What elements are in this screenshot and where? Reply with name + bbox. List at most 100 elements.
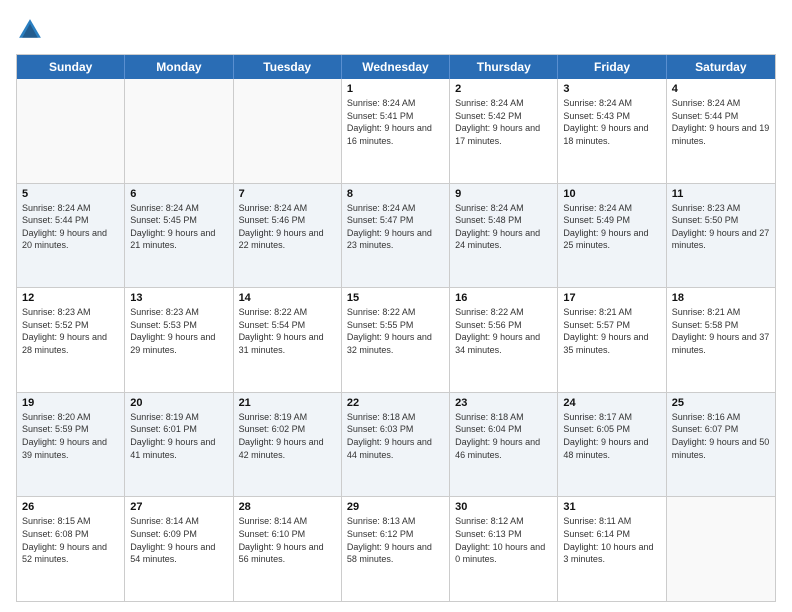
calendar-week-5: 26 Sunrise: 8:15 AM Sunset: 6:08 PM Dayli… (17, 497, 775, 601)
calendar-day-28: 28Sunrise: 8:14 AM Sunset: 6:10 PM Dayli… (234, 497, 342, 601)
calendar-day-empty (125, 79, 233, 183)
day-number: 9 (455, 188, 552, 200)
day-info: Sunrise: 8:21 AM Sunset: 5:58 PM Dayligh… (672, 306, 770, 356)
calendar-day-10: 10 Sunrise: 8:24 AM Sunset: 5:49 PM Dayli… (558, 184, 666, 288)
calendar-day-9: 9 Sunrise: 8:24 AM Sunset: 5:48 PM Daylig… (450, 184, 558, 288)
day-number: 17 (563, 292, 660, 304)
day-info: Sunrise: 8:14 AM Sunset: 6:09 PM Dayligh… (130, 515, 227, 565)
weekday-header-tuesday: Tuesday (234, 55, 342, 79)
calendar-day-29: 29 Sunrise: 8:13 AM Sunset: 6:12 PM Dayli… (342, 497, 450, 601)
calendar-day-14: 14 Sunrise: 8:22 AM Sunset: 5:54 PM Dayli… (234, 288, 342, 392)
day-number: 29 (347, 501, 444, 513)
day-number: 16 (455, 292, 552, 304)
calendar-day-12: 12Sunrise: 8:23 AM Sunset: 5:52 PM Dayli… (17, 288, 125, 392)
calendar-day-31: 31 Sunrise: 8:11 AM Sunset: 6:14 PM Dayli… (558, 497, 666, 601)
day-info: Sunrise: 8:14 AM Sunset: 6:10 PM Dayligh… (239, 515, 336, 565)
logo-icon (16, 16, 44, 44)
calendar: SundayMondayTuesdayWednesdayThursdayFrid… (16, 54, 776, 602)
day-number: 1 (347, 83, 444, 95)
calendar-day-empty (667, 497, 775, 601)
day-info: Sunrise: 8:23 AM Sunset: 5:53 PM Dayligh… (130, 306, 227, 356)
calendar-day-30: 30 Sunrise: 8:12 AM Sunset: 6:13 PM Dayli… (450, 497, 558, 601)
day-info: Sunrise: 8:20 AM Sunset: 5:59 PM Dayligh… (22, 411, 119, 461)
day-number: 3 (563, 83, 660, 95)
calendar-body: 1 Sunrise: 8:24 AM Sunset: 5:41 PM Daylig… (17, 79, 775, 601)
day-number: 13 (130, 292, 227, 304)
calendar-day-21: 21 Sunrise: 8:19 AM Sunset: 6:02 PM Dayli… (234, 393, 342, 497)
weekday-header-monday: Monday (125, 55, 233, 79)
calendar-day-25: 25Sunrise: 8:16 AM Sunset: 6:07 PM Dayli… (667, 393, 775, 497)
day-info: Sunrise: 8:11 AM Sunset: 6:14 PM Dayligh… (563, 515, 660, 565)
calendar-day-18: 18 Sunrise: 8:21 AM Sunset: 5:58 PM Dayli… (667, 288, 775, 392)
calendar-day-23: 23 Sunrise: 8:18 AM Sunset: 6:04 PM Dayli… (450, 393, 558, 497)
day-number: 2 (455, 83, 552, 95)
logo (16, 16, 48, 44)
page-container: SundayMondayTuesdayWednesdayThursdayFrid… (0, 0, 792, 612)
weekday-header-sunday: Sunday (17, 55, 125, 79)
day-number: 12 (22, 292, 119, 304)
day-number: 6 (130, 188, 227, 200)
day-info: Sunrise: 8:13 AM Sunset: 6:12 PM Dayligh… (347, 515, 444, 565)
calendar-day-19: 19 Sunrise: 8:20 AM Sunset: 5:59 PM Dayli… (17, 393, 125, 497)
calendar-day-1: 1 Sunrise: 8:24 AM Sunset: 5:41 PM Daylig… (342, 79, 450, 183)
day-info: Sunrise: 8:24 AM Sunset: 5:47 PM Dayligh… (347, 202, 444, 252)
calendar-day-11: 11 Sunrise: 8:23 AM Sunset: 5:50 PM Dayli… (667, 184, 775, 288)
day-number: 23 (455, 397, 552, 409)
calendar-week-3: 12Sunrise: 8:23 AM Sunset: 5:52 PM Dayli… (17, 288, 775, 393)
day-number: 21 (239, 397, 336, 409)
calendar-day-empty (234, 79, 342, 183)
day-info: Sunrise: 8:16 AM Sunset: 6:07 PM Dayligh… (672, 411, 770, 461)
calendar-day-22: 22 Sunrise: 8:18 AM Sunset: 6:03 PM Dayli… (342, 393, 450, 497)
calendar-day-15: 15Sunrise: 8:22 AM Sunset: 5:55 PM Dayli… (342, 288, 450, 392)
calendar-day-4: 4Sunrise: 8:24 AM Sunset: 5:44 PM Daylig… (667, 79, 775, 183)
day-info: Sunrise: 8:24 AM Sunset: 5:43 PM Dayligh… (563, 97, 660, 147)
day-info: Sunrise: 8:19 AM Sunset: 6:02 PM Dayligh… (239, 411, 336, 461)
weekday-header-wednesday: Wednesday (342, 55, 450, 79)
weekday-header-saturday: Saturday (667, 55, 775, 79)
day-info: Sunrise: 8:18 AM Sunset: 6:03 PM Dayligh… (347, 411, 444, 461)
calendar-day-2: 2 Sunrise: 8:24 AM Sunset: 5:42 PM Daylig… (450, 79, 558, 183)
calendar-day-3: 3 Sunrise: 8:24 AM Sunset: 5:43 PM Daylig… (558, 79, 666, 183)
calendar-week-4: 19 Sunrise: 8:20 AM Sunset: 5:59 PM Dayli… (17, 393, 775, 498)
calendar-day-24: 24 Sunrise: 8:17 AM Sunset: 6:05 PM Dayli… (558, 393, 666, 497)
calendar-day-7: 7Sunrise: 8:24 AM Sunset: 5:46 PM Daylig… (234, 184, 342, 288)
day-number: 22 (347, 397, 444, 409)
day-info: Sunrise: 8:21 AM Sunset: 5:57 PM Dayligh… (563, 306, 660, 356)
calendar-week-1: 1 Sunrise: 8:24 AM Sunset: 5:41 PM Daylig… (17, 79, 775, 184)
day-info: Sunrise: 8:24 AM Sunset: 5:45 PM Dayligh… (130, 202, 227, 252)
day-number: 18 (672, 292, 770, 304)
calendar-header: SundayMondayTuesdayWednesdayThursdayFrid… (17, 55, 775, 79)
day-info: Sunrise: 8:17 AM Sunset: 6:05 PM Dayligh… (563, 411, 660, 461)
day-info: Sunrise: 8:24 AM Sunset: 5:48 PM Dayligh… (455, 202, 552, 252)
day-number: 31 (563, 501, 660, 513)
day-info: Sunrise: 8:22 AM Sunset: 5:55 PM Dayligh… (347, 306, 444, 356)
day-number: 14 (239, 292, 336, 304)
day-number: 27 (130, 501, 227, 513)
day-info: Sunrise: 8:22 AM Sunset: 5:54 PM Dayligh… (239, 306, 336, 356)
day-info: Sunrise: 8:24 AM Sunset: 5:42 PM Dayligh… (455, 97, 552, 147)
day-info: Sunrise: 8:24 AM Sunset: 5:49 PM Dayligh… (563, 202, 660, 252)
calendar-day-27: 27 Sunrise: 8:14 AM Sunset: 6:09 PM Dayli… (125, 497, 233, 601)
day-info: Sunrise: 8:24 AM Sunset: 5:46 PM Dayligh… (239, 202, 336, 252)
day-number: 11 (672, 188, 770, 200)
day-info: Sunrise: 8:15 AM Sunset: 6:08 PM Dayligh… (22, 515, 119, 565)
calendar-day-17: 17 Sunrise: 8:21 AM Sunset: 5:57 PM Dayli… (558, 288, 666, 392)
calendar-day-8: 8Sunrise: 8:24 AM Sunset: 5:47 PM Daylig… (342, 184, 450, 288)
calendar-day-empty (17, 79, 125, 183)
calendar-day-16: 16Sunrise: 8:22 AM Sunset: 5:56 PM Dayli… (450, 288, 558, 392)
day-number: 26 (22, 501, 119, 513)
day-number: 24 (563, 397, 660, 409)
weekday-header-thursday: Thursday (450, 55, 558, 79)
day-number: 10 (563, 188, 660, 200)
day-info: Sunrise: 8:24 AM Sunset: 5:41 PM Dayligh… (347, 97, 444, 147)
calendar-day-20: 20Sunrise: 8:19 AM Sunset: 6:01 PM Dayli… (125, 393, 233, 497)
day-number: 20 (130, 397, 227, 409)
day-number: 19 (22, 397, 119, 409)
day-info: Sunrise: 8:18 AM Sunset: 6:04 PM Dayligh… (455, 411, 552, 461)
calendar-week-2: 5Sunrise: 8:24 AM Sunset: 5:44 PM Daylig… (17, 184, 775, 289)
day-info: Sunrise: 8:24 AM Sunset: 5:44 PM Dayligh… (672, 97, 770, 147)
calendar-day-6: 6 Sunrise: 8:24 AM Sunset: 5:45 PM Daylig… (125, 184, 233, 288)
day-number: 30 (455, 501, 552, 513)
day-info: Sunrise: 8:23 AM Sunset: 5:50 PM Dayligh… (672, 202, 770, 252)
day-info: Sunrise: 8:12 AM Sunset: 6:13 PM Dayligh… (455, 515, 552, 565)
